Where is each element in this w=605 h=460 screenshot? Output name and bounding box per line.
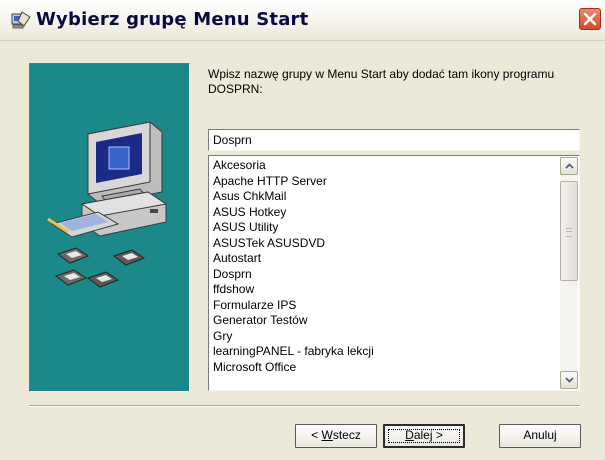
list-item[interactable]: Akcesoria	[212, 158, 559, 174]
window-title: Wybierz grupę Menu Start	[36, 9, 309, 30]
back-prefix: <	[311, 428, 322, 442]
list-item[interactable]: Asus ChkMail	[212, 189, 559, 205]
list-items: Akcesoria Apache HTTP Server Asus ChkMail A…	[212, 158, 559, 375]
close-icon	[583, 12, 597, 26]
scroll-down-button[interactable]	[560, 371, 578, 389]
list-item[interactable]: ffdshow	[212, 282, 559, 298]
list-item[interactable]: ASUSTek ASUSDVD	[212, 236, 559, 252]
next-button[interactable]: Dalej >	[383, 424, 465, 448]
computer-illustration	[47, 121, 168, 288]
grip-icon	[566, 228, 572, 237]
list-item[interactable]: ASUS Hotkey	[212, 205, 559, 221]
back-label-rest: stecz	[332, 428, 361, 442]
close-button[interactable]	[579, 8, 601, 30]
list-item[interactable]: Autostart	[212, 251, 559, 267]
title-bar[interactable]: Wybierz grupę Menu Start	[0, 0, 605, 41]
list-item[interactable]: Microsoft Office	[212, 360, 559, 376]
scroll-thumb[interactable]	[560, 181, 578, 281]
chevron-down-icon	[565, 377, 574, 383]
back-mnemonic: W	[321, 428, 333, 442]
instruction-text: Wpisz nazwę grupy w Menu Start aby dodać…	[208, 67, 555, 96]
installer-icon	[10, 9, 32, 31]
back-button[interactable]: < Wstecz	[295, 424, 377, 448]
vertical-scrollbar[interactable]	[560, 157, 578, 389]
list-item[interactable]: ASUS Utility	[212, 220, 559, 236]
chevron-up-icon	[565, 163, 574, 169]
list-item[interactable]: Generator Testów	[212, 313, 559, 329]
cancel-button[interactable]: Anuluj	[499, 424, 581, 448]
scroll-up-button[interactable]	[560, 157, 578, 175]
setup-dialog: Wybierz grupę Menu Start Wpisz nazwę gru…	[0, 0, 605, 460]
program-group-list[interactable]: Akcesoria Apache HTTP Server Asus ChkMail A…	[208, 155, 580, 391]
list-item[interactable]: Formularze IPS	[212, 298, 559, 314]
group-name-input[interactable]	[208, 129, 580, 151]
focus-rect	[388, 429, 460, 443]
list-item[interactable]: learningPANEL - fabryka lekcji	[212, 344, 559, 360]
list-item[interactable]: Apache HTTP Server	[212, 174, 559, 190]
list-item[interactable]: Gry	[212, 329, 559, 345]
separator	[29, 405, 580, 407]
list-item[interactable]: Dosprn	[212, 267, 559, 283]
wizard-illustration-panel	[29, 63, 190, 392]
